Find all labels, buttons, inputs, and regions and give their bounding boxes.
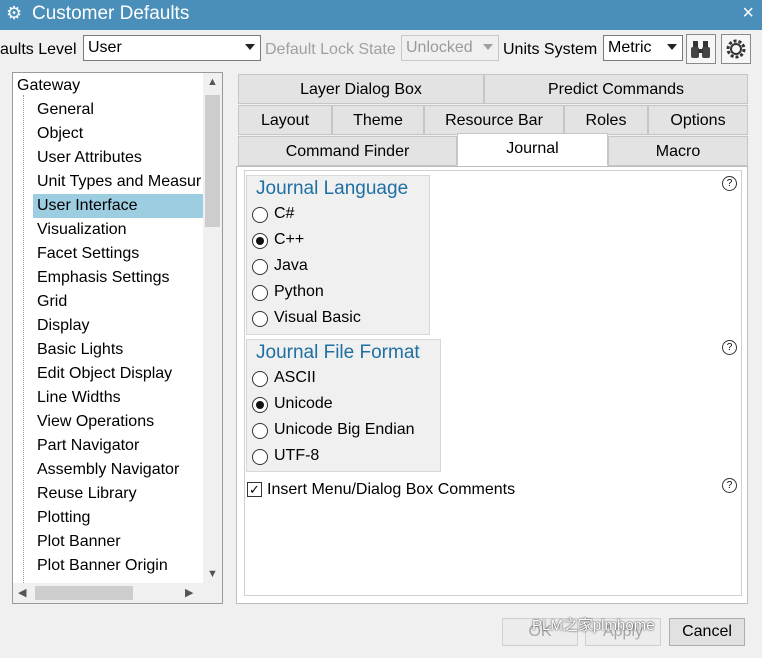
radio-label: Visual Basic	[274, 309, 361, 326]
tab-layer-dialog-box[interactable]: Layer Dialog Box	[238, 74, 484, 104]
radio-label: Unicode Big Endian	[274, 421, 415, 438]
radio-circle[interactable]	[252, 423, 268, 439]
tree-item[interactable]: Part Navigator	[33, 434, 203, 458]
tree-item[interactable]: Facet Settings	[33, 242, 203, 266]
tree-item[interactable]: View Operations	[33, 410, 203, 434]
tree-item-selected[interactable]: User Interface	[33, 194, 203, 218]
units-system-value: Metric	[608, 39, 652, 56]
close-icon[interactable]: ×	[742, 2, 754, 25]
defaults-level-dropdown[interactable]: User	[83, 35, 261, 61]
tree-item[interactable]: Visualization	[33, 218, 203, 242]
radio-circle[interactable]	[252, 207, 268, 223]
scroll-up-icon[interactable]: ▲	[207, 76, 218, 88]
radio-label: C#	[274, 205, 295, 222]
tab-predict-commands[interactable]: Predict Commands	[484, 74, 748, 104]
journal-language-group: Journal Language C# C++ Java Python Visu…	[246, 175, 430, 335]
radio-label: Unicode	[274, 395, 333, 412]
help-icon[interactable]: ?	[722, 340, 737, 355]
tab-command-finder[interactable]: Command Finder	[238, 136, 457, 166]
journal-file-format-title: Journal File Format	[256, 342, 420, 363]
watermark-text: PLM之家plmhome	[532, 617, 655, 634]
radio-label: Python	[274, 283, 324, 300]
radio-circle[interactable]	[252, 449, 268, 465]
tree-item[interactable]: Assembly Navigator	[33, 458, 203, 482]
gear-icon	[726, 39, 746, 59]
tree-item[interactable]: Plotting	[33, 506, 203, 530]
category-tree[interactable]: Gateway General Object User Attributes U…	[12, 72, 223, 604]
vertical-scroll-thumb[interactable]	[205, 95, 220, 227]
defaults-level-value: User	[88, 39, 122, 56]
radio-circle[interactable]	[252, 371, 268, 387]
tab-journal[interactable]: Journal	[457, 133, 608, 166]
tab-layout[interactable]: Layout	[238, 105, 332, 135]
tree-item[interactable]: Display	[33, 314, 203, 338]
title-bar: ⚙ Customer Defaults ×	[0, 0, 762, 30]
radio-label: ASCII	[274, 369, 316, 386]
tree-item[interactable]: Grid	[33, 290, 203, 314]
find-binoculars-button[interactable]	[686, 34, 716, 64]
radio-label: Java	[274, 257, 308, 274]
tab-macro[interactable]: Macro	[608, 136, 748, 166]
scroll-down-icon[interactable]: ▼	[207, 568, 218, 580]
tree-item[interactable]: Reuse Library	[33, 482, 203, 506]
tree-item[interactable]: Object	[33, 122, 203, 146]
tree-item[interactable]: Basic Lights	[33, 338, 203, 362]
scroll-left-icon[interactable]: ◀	[18, 586, 26, 599]
settings-button[interactable]	[721, 34, 751, 64]
tab-theme[interactable]: Theme	[332, 105, 424, 135]
binoculars-icon	[691, 41, 710, 58]
radio-circle[interactable]	[252, 311, 268, 327]
tree-item[interactable]: Plot Banner	[33, 530, 203, 554]
tab-resource-bar[interactable]: Resource Bar	[424, 105, 564, 135]
lock-state-dropdown: Unlocked	[401, 35, 499, 61]
radio-circle[interactable]	[252, 259, 268, 275]
tree-item[interactable]: Line Widths	[33, 386, 203, 410]
radio-circle-selected[interactable]	[252, 233, 268, 249]
tab-roles[interactable]: Roles	[564, 105, 648, 135]
tree-item[interactable]: Plot Banner Origin	[33, 554, 203, 578]
radio-label: C++	[274, 231, 305, 248]
checkmark-icon[interactable]: ✓	[247, 482, 262, 497]
chevron-down-icon	[667, 44, 677, 50]
tree-item[interactable]: Unit Types and Measur	[33, 170, 203, 194]
lock-state-label: Default Lock State	[265, 41, 396, 58]
tree-connector	[23, 95, 24, 583]
radio-circle[interactable]	[252, 285, 268, 301]
help-icon[interactable]: ?	[722, 176, 737, 191]
window-title: Customer Defaults	[32, 3, 190, 24]
horizontal-scroll-thumb[interactable]	[35, 586, 133, 600]
cancel-button[interactable]: Cancel	[669, 618, 745, 646]
lock-state-value: Unlocked	[406, 39, 473, 56]
tree-item[interactable]: Emphasis Settings	[33, 266, 203, 290]
units-system-label: Units System	[503, 41, 598, 58]
chevron-down-icon	[483, 44, 493, 50]
scroll-right-icon[interactable]: ▶	[185, 586, 193, 599]
help-icon[interactable]: ?	[722, 478, 737, 493]
tree-item[interactable]: User Attributes	[33, 146, 203, 170]
vertical-scrollbar[interactable]: ▲ ▼	[203, 73, 222, 583]
insert-comments-label: Insert Menu/Dialog Box Comments	[267, 481, 516, 498]
chevron-down-icon	[245, 44, 255, 50]
gear-icon: ⚙	[6, 3, 23, 23]
tree-item[interactable]: General	[33, 98, 203, 122]
horizontal-scrollbar[interactable]: ◀ ▶	[13, 583, 222, 603]
radio-label: UTF-8	[274, 447, 320, 464]
journal-language-title: Journal Language	[256, 178, 409, 199]
tab-options[interactable]: Options	[648, 105, 748, 135]
defaults-level-label: aults Level	[0, 41, 77, 58]
journal-file-format-group: Journal File Format ASCII Unicode Unicod…	[246, 339, 441, 472]
tree-item[interactable]: Edit Object Display	[33, 362, 203, 386]
tree-root-gateway[interactable]: Gateway	[17, 74, 80, 98]
units-system-dropdown[interactable]: Metric	[603, 35, 683, 61]
radio-circle-selected[interactable]	[252, 397, 268, 413]
toolbar: aults Level User Default Lock State Unlo…	[0, 30, 762, 70]
